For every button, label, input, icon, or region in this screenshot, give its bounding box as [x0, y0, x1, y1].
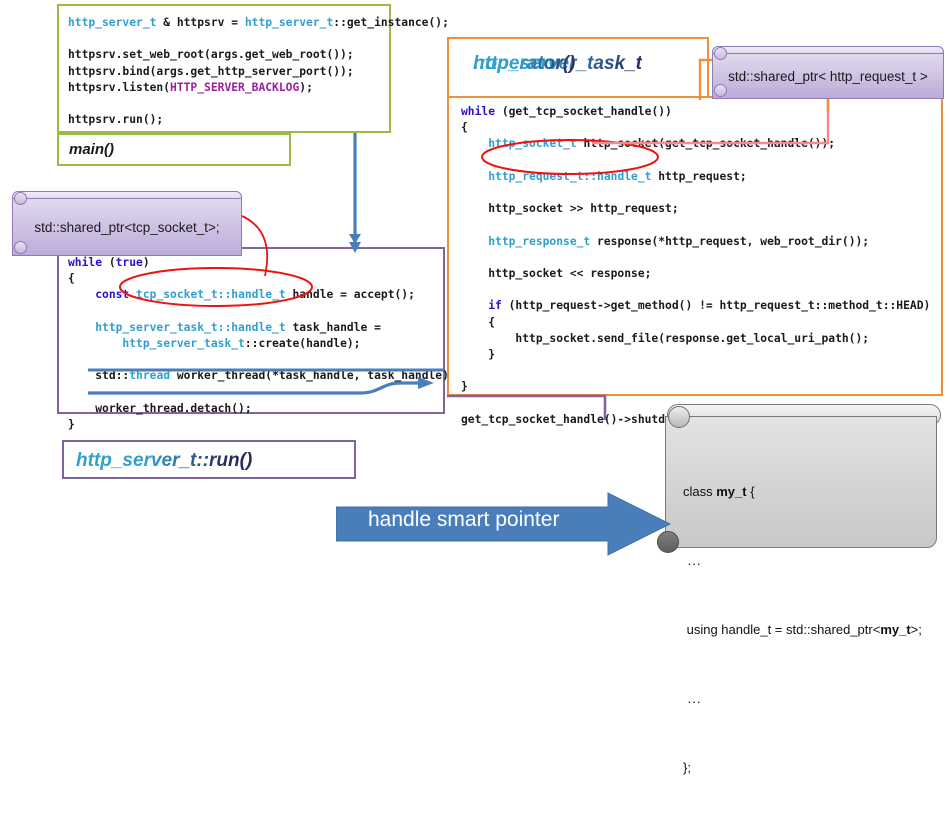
diagram-canvas: http_server_t & httpsrv = http_server_t:…	[0, 0, 950, 775]
gray-note-curl-top-left-icon	[668, 406, 690, 428]
note-shared-ptr-tcp-socket: std::shared_ptr<tcp_socket_t>;	[12, 191, 242, 256]
gray-note-line-3: using handle_t = std::shared_ptr<my_t>;	[683, 622, 922, 637]
handle-smart-pointer-banner: handle smart pointer	[335, 491, 672, 557]
gray-note-line-4: ...	[687, 691, 702, 706]
note-class-my-t: class my_t { ... using handle_t = std::s…	[657, 404, 943, 775]
gray-note-text: class my_t { ... using handle_t = std::s…	[683, 434, 929, 825]
note-text: std::shared_ptr< http_request_t >	[728, 68, 928, 84]
note-text: std::shared_ptr<tcp_socket_t>;	[34, 219, 220, 235]
gray-note-line-5: };	[683, 760, 691, 775]
gray-note-line-1: class my_t {	[683, 484, 755, 499]
banner-label: handle smart pointer	[368, 508, 560, 531]
note-shared-ptr-http-request: std::shared_ptr< http_request_t >	[712, 46, 944, 99]
